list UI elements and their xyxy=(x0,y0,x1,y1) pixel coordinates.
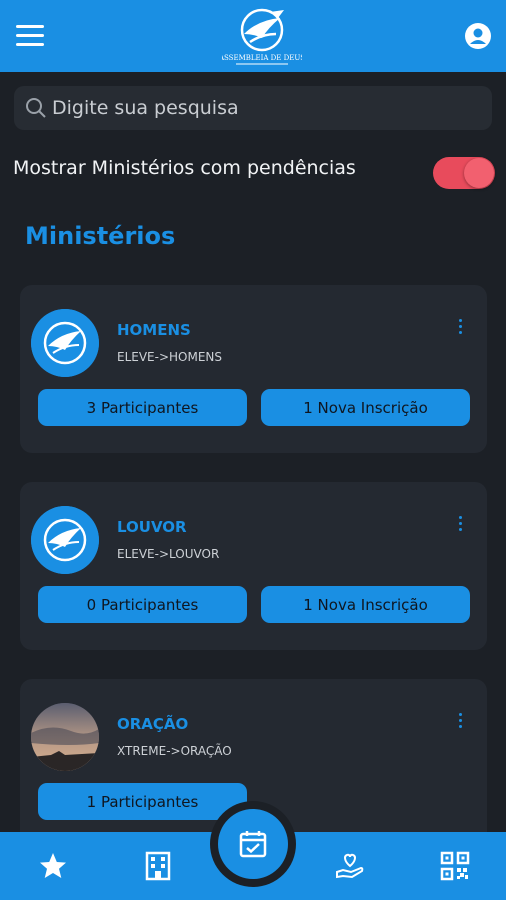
ministry-card[interactable]: LOUVOR ELEVE->LOUVOR 0 Participantes 1 N… xyxy=(20,482,487,650)
search-icon xyxy=(26,98,46,118)
center-nav-button xyxy=(210,801,296,887)
registrations-button[interactable]: 1 Nova Inscrição xyxy=(261,586,470,623)
ministry-path: XTREME->ORAÇÃO xyxy=(117,744,232,758)
pending-filter-row: Mostrar Ministérios com pendências xyxy=(13,155,497,189)
logo-text: ASSEMBLEIA DE DEUS xyxy=(222,54,302,62)
pending-filter-label: Mostrar Ministérios com pendências xyxy=(13,157,356,179)
menu-icon[interactable] xyxy=(16,25,44,47)
app-header: ASSEMBLEIA DE DEUS xyxy=(0,0,506,72)
search-bar[interactable] xyxy=(14,86,492,130)
ministry-name: LOUVOR xyxy=(117,518,187,536)
search-input[interactable] xyxy=(52,86,482,130)
ministry-name: HOMENS xyxy=(117,321,191,339)
ministry-avatar xyxy=(31,703,99,771)
participants-button[interactable]: 0 Participantes xyxy=(38,586,247,623)
ministry-path: ELEVE->LOUVOR xyxy=(117,547,220,561)
participants-button[interactable]: 3 Participantes xyxy=(38,389,247,426)
ministry-avatar xyxy=(31,309,99,377)
church-logo: ASSEMBLEIA DE DEUS xyxy=(222,8,302,65)
calendar-check-icon[interactable] xyxy=(218,809,288,879)
more-options-icon[interactable] xyxy=(455,319,465,339)
ministry-name: ORAÇÃO xyxy=(117,715,189,733)
more-options-icon[interactable] xyxy=(455,713,465,733)
more-options-icon[interactable] xyxy=(455,516,465,536)
participants-button[interactable]: 1 Participantes xyxy=(38,783,247,820)
ministry-avatar xyxy=(31,506,99,574)
pending-filter-toggle[interactable] xyxy=(433,157,495,189)
hand-heart-icon[interactable] xyxy=(334,850,366,882)
ministry-path: ELEVE->HOMENS xyxy=(117,350,223,364)
building-icon[interactable] xyxy=(142,850,174,882)
profile-icon[interactable] xyxy=(464,22,492,50)
registrations-button[interactable]: 1 Nova Inscrição xyxy=(261,389,470,426)
qr-code-icon[interactable] xyxy=(439,850,471,882)
section-title: Ministérios xyxy=(25,222,176,250)
star-icon[interactable] xyxy=(37,850,69,882)
ministry-card[interactable]: HOMENS ELEVE->HOMENS 3 Participantes 1 N… xyxy=(20,285,487,453)
